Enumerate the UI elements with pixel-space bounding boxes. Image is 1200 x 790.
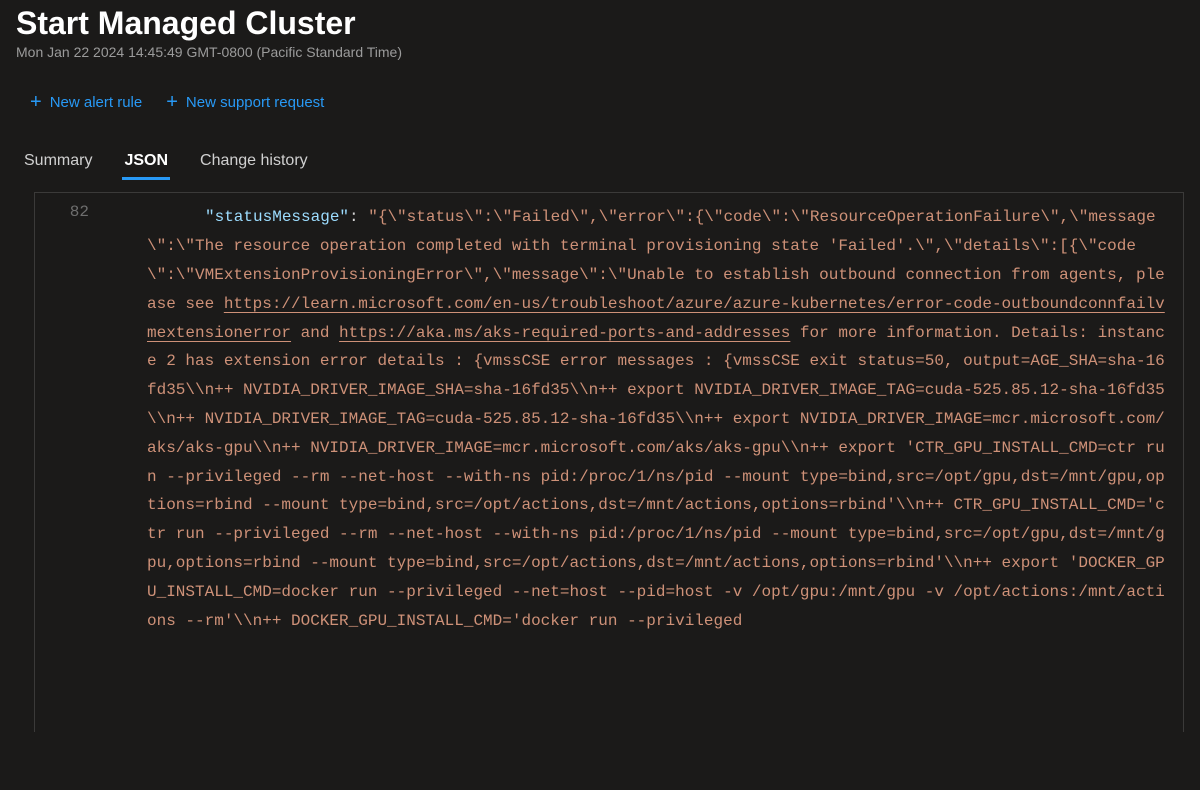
plus-icon: +	[166, 92, 178, 112]
new-support-request-button[interactable]: + New support request	[164, 88, 326, 116]
json-content[interactable]: "statusMessage": "{\"status\":\"Failed\"…	[111, 193, 1183, 732]
tab-bar: Summary JSON Change history	[16, 146, 1184, 178]
json-between-links: and	[291, 324, 339, 342]
json-value-suffix: for more information. Details: instance …	[147, 324, 1165, 630]
new-support-request-label: New support request	[186, 94, 324, 111]
aks-ports-link[interactable]: https://aka.ms/aks-required-ports-and-ad…	[339, 324, 790, 342]
plus-icon: +	[30, 92, 42, 112]
tab-summary[interactable]: Summary	[22, 146, 94, 178]
tab-json[interactable]: JSON	[122, 146, 170, 178]
json-colon: :	[349, 208, 368, 226]
toolbar: + New alert rule + New support request	[16, 88, 1184, 116]
tab-change-history[interactable]: Change history	[198, 146, 310, 178]
json-panel: 82 "statusMessage": "{\"status\":\"Faile…	[34, 192, 1184, 732]
line-number: 82	[35, 203, 89, 221]
json-key: "statusMessage"	[205, 208, 349, 226]
new-alert-rule-button[interactable]: + New alert rule	[28, 88, 144, 116]
page-timestamp: Mon Jan 22 2024 14:45:49 GMT-0800 (Pacif…	[16, 44, 1184, 60]
page-title: Start Managed Cluster	[16, 4, 1184, 42]
line-gutter: 82	[35, 193, 111, 732]
new-alert-rule-label: New alert rule	[50, 94, 143, 111]
